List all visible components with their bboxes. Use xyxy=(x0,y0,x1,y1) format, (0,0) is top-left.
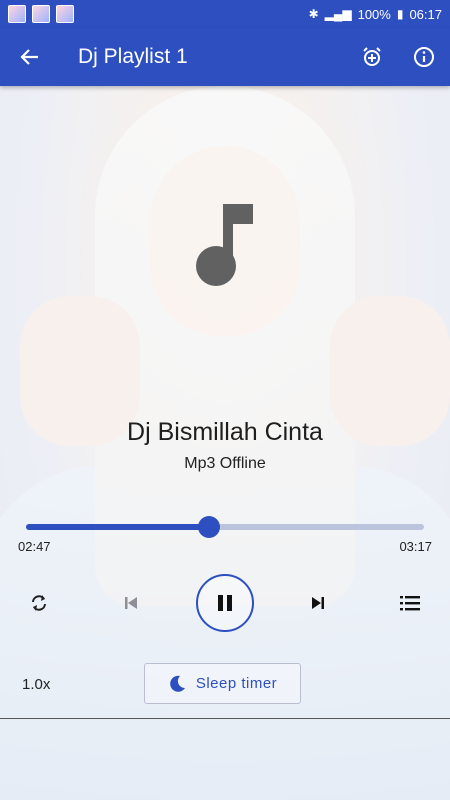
info-button[interactable] xyxy=(398,28,450,86)
next-button[interactable] xyxy=(303,588,333,618)
track-subtitle: Mp3 Offline xyxy=(184,455,266,472)
system-status: ✱ ▂▄▆ 100% ▮ 06:17 xyxy=(309,7,442,22)
skip-previous-icon xyxy=(125,597,137,609)
notification-icon xyxy=(56,5,74,23)
divider xyxy=(0,718,450,719)
signal-icon: ▂▄▆ xyxy=(324,7,352,21)
seek-bar-fill xyxy=(26,524,210,530)
bluetooth-icon: ✱ xyxy=(308,7,319,21)
total-time: 03:17 xyxy=(399,539,432,554)
sleep-timer-label: Sleep timer xyxy=(195,675,278,692)
notification-icon xyxy=(8,5,26,23)
pause-icon xyxy=(218,595,232,611)
info-icon xyxy=(414,47,434,67)
skip-next-icon xyxy=(312,597,324,609)
pause-button[interactable] xyxy=(196,574,254,632)
seek-bar[interactable] xyxy=(26,516,424,538)
queue-list-icon xyxy=(400,596,420,611)
arrow-left-icon xyxy=(20,49,38,65)
status-bar: ✱ ▂▄▆ 100% ▮ 06:17 xyxy=(0,0,450,28)
elapsed-time: 02:47 xyxy=(18,539,51,554)
back-button[interactable] xyxy=(0,28,60,86)
track-title: Dj Bismillah Cinta xyxy=(127,418,323,446)
app-bar: Dj Playlist 1 xyxy=(0,28,450,86)
alarm-button[interactable] xyxy=(346,28,398,86)
queue-button[interactable] xyxy=(395,588,425,618)
playback-speed[interactable]: 1.0x xyxy=(22,676,50,693)
sleep-timer-button[interactable]: Sleep timer xyxy=(144,663,301,704)
music-note-icon xyxy=(196,204,253,286)
battery-level: 100% xyxy=(357,6,391,22)
battery-icon: ▮ xyxy=(396,7,404,21)
repeat-button[interactable] xyxy=(24,588,54,618)
clock: 06:17 xyxy=(409,6,442,22)
previous-button[interactable] xyxy=(116,588,146,618)
page-title: Dj Playlist 1 xyxy=(78,45,188,68)
seek-bar-thumb[interactable] xyxy=(198,516,221,538)
repeat-icon xyxy=(32,595,46,611)
notification-icon xyxy=(32,5,50,23)
alarm-add-icon xyxy=(363,47,381,66)
moon-icon xyxy=(170,675,185,692)
notification-icons xyxy=(8,5,74,23)
